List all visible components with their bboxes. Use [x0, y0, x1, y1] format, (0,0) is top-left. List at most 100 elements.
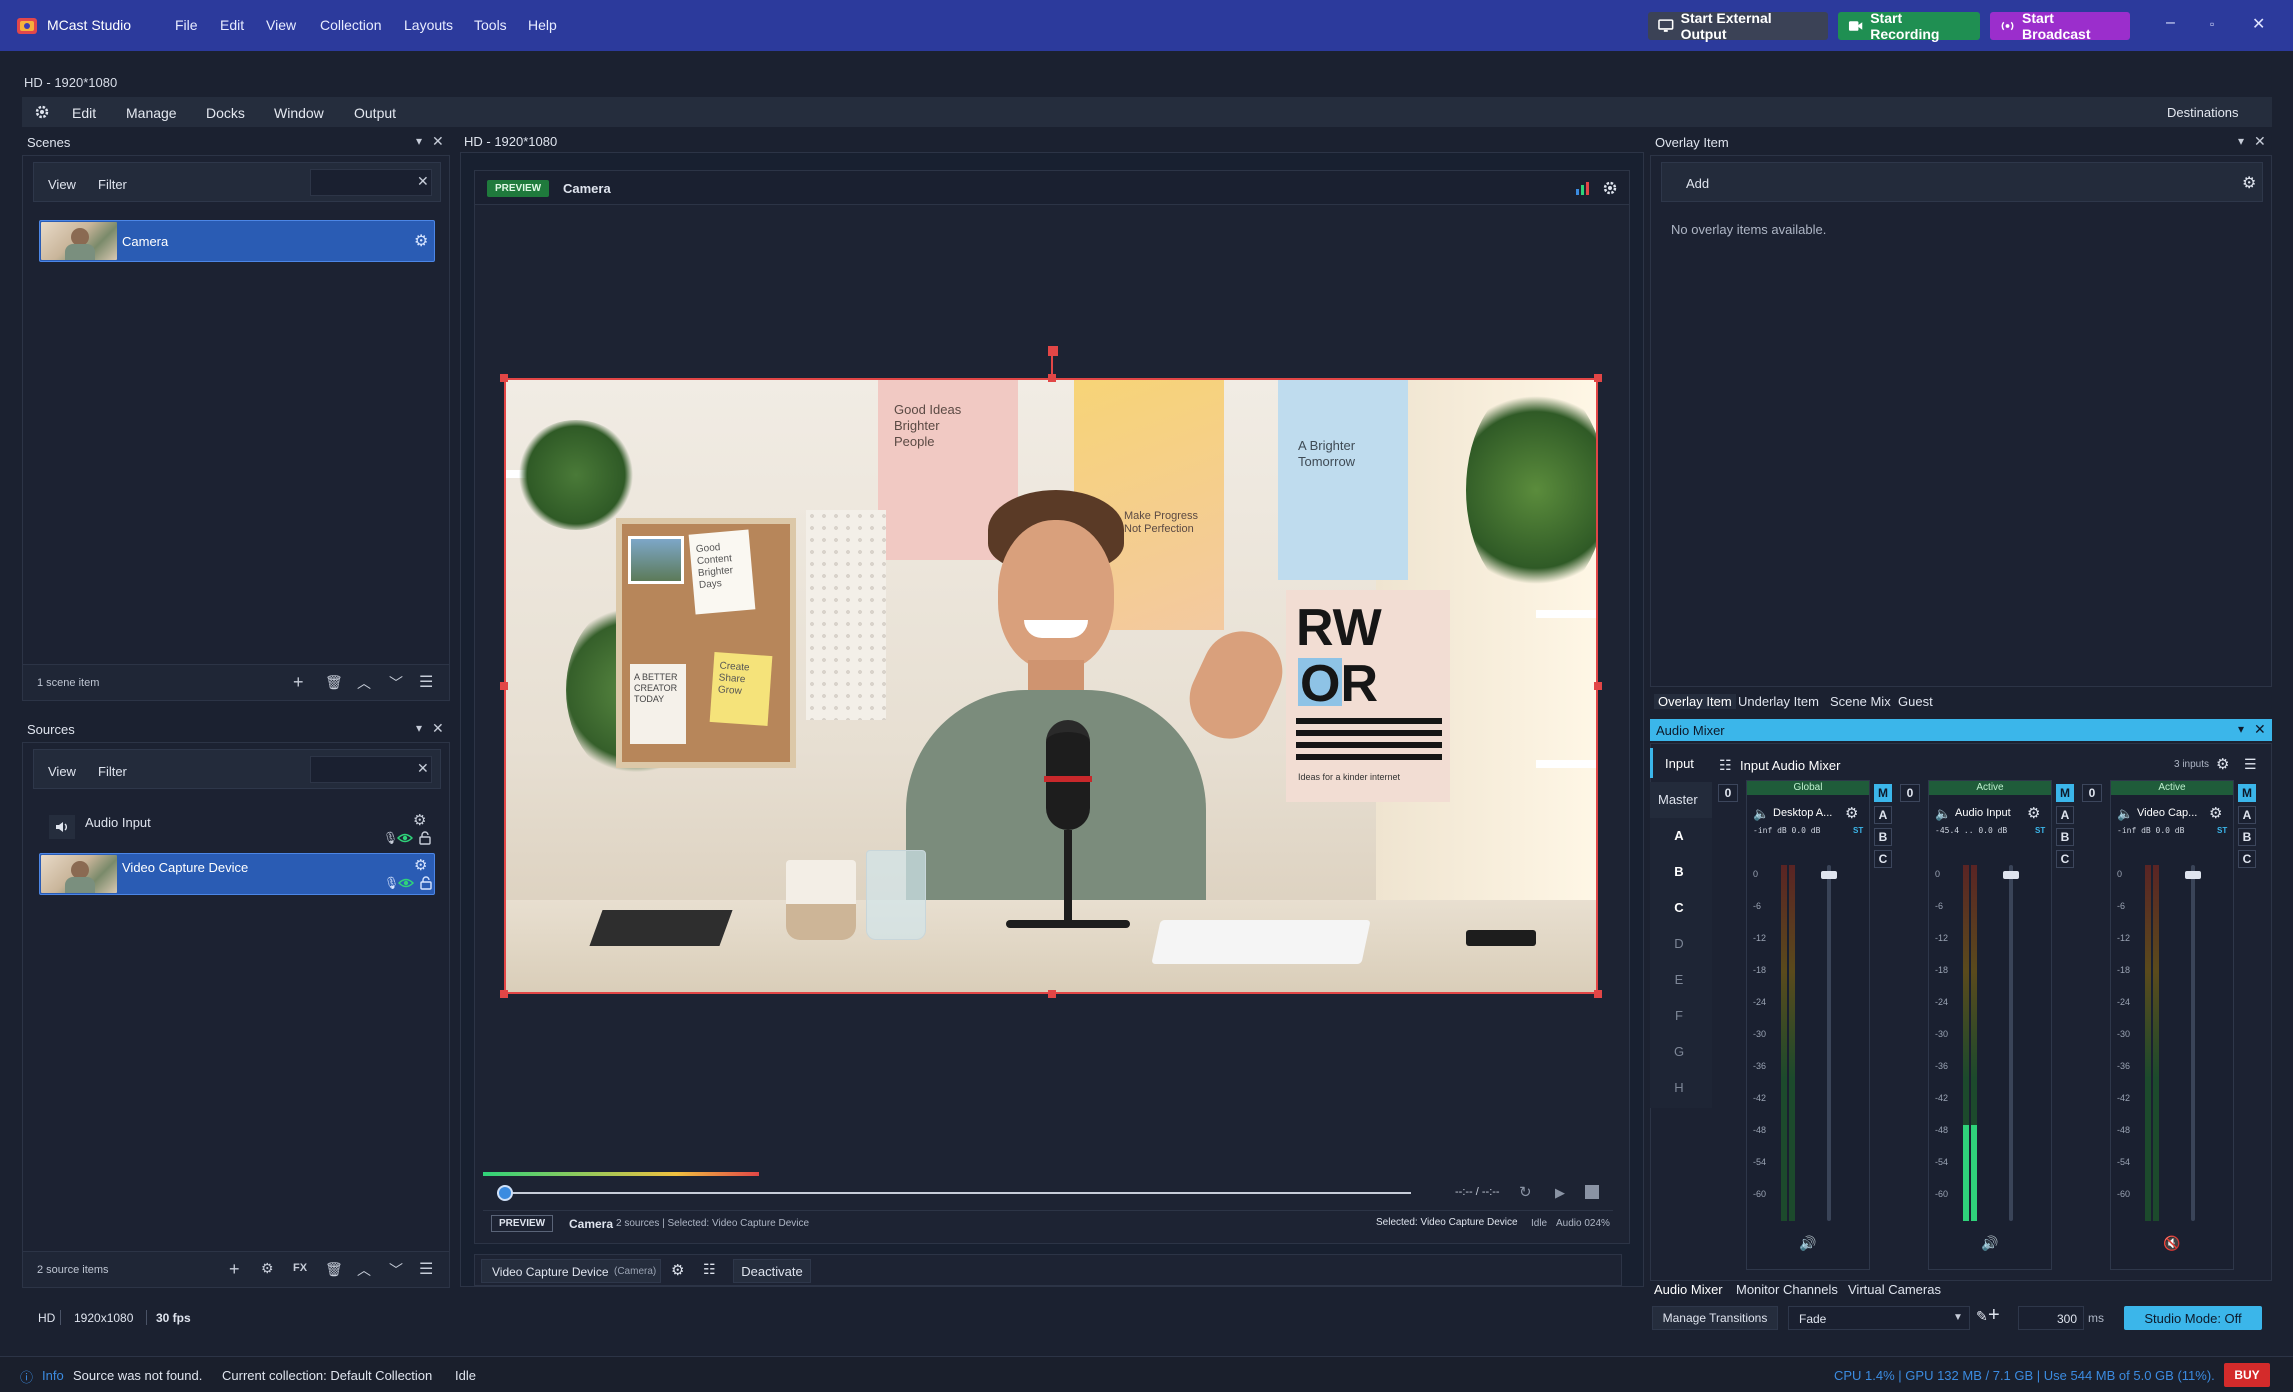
bus-tab-h[interactable]: H	[1650, 1080, 1708, 1095]
menu-edit[interactable]: Edit	[220, 17, 244, 33]
menu-icon[interactable]: ☰	[419, 1259, 433, 1279]
transition-duration-input[interactable]: 300	[2018, 1306, 2084, 1330]
minimize-icon[interactable]: –	[2166, 14, 2175, 32]
buy-button[interactable]: BUY	[2224, 1363, 2270, 1387]
panel-menu-icon[interactable]: ▾	[2238, 722, 2244, 736]
mixer-tab-master[interactable]: Master	[1650, 782, 1712, 818]
refresh-icon[interactable]: ↻	[1519, 1183, 1532, 1201]
menu-help[interactable]: Help	[528, 17, 557, 33]
transition-select[interactable]: Fade ▼	[1788, 1306, 1970, 1330]
volume-fader-handle[interactable]	[2003, 871, 2019, 879]
overlay-add-button[interactable]: Add	[1686, 176, 1709, 191]
scene-item-camera[interactable]: Camera ⚙	[39, 220, 435, 262]
speaker-icon[interactable]: 🔈	[2117, 806, 2133, 822]
bus-c-button[interactable]: C	[2056, 850, 2074, 868]
source-settings-icon[interactable]: ⚙	[671, 1261, 684, 1279]
scene-settings-icon[interactable]: ⚙	[414, 231, 428, 251]
tab-monitor-channels[interactable]: Monitor Channels	[1736, 1282, 1838, 1297]
menu-icon[interactable]: ☰	[419, 672, 433, 692]
stop-icon[interactable]	[1585, 1185, 1599, 1199]
selected-source-chip[interactable]: Video Capture Device (Camera)	[481, 1259, 661, 1283]
channel-settings-icon[interactable]: ⚙	[2027, 804, 2040, 822]
bus-a-button[interactable]: A	[2238, 806, 2256, 824]
source-item-video-capture[interactable]: Video Capture Device ⚙ 🎙	[39, 853, 435, 895]
monitor-button[interactable]: M	[1874, 784, 1892, 802]
speaker-icon[interactable]: 🔈	[1935, 806, 1951, 822]
source-settings-icon[interactable]: ⚙	[414, 856, 427, 874]
toolbar-docks[interactable]: Docks	[206, 105, 245, 121]
close-panel-icon[interactable]: ✕	[2254, 721, 2266, 738]
chevron-up-icon[interactable]: ︿	[357, 673, 371, 693]
bus-a-button[interactable]: A	[2056, 806, 2074, 824]
channel-settings-icon[interactable]: ⚙	[1845, 804, 1858, 822]
bus-a-button[interactable]: A	[1874, 806, 1892, 824]
speaker-icon[interactable]: 🔈	[1753, 806, 1769, 822]
microphone-icon[interactable]: 🎙	[383, 831, 398, 845]
tab-scene-mix[interactable]: Scene Mix	[1830, 694, 1891, 709]
manage-transitions-button[interactable]: Manage Transitions	[1652, 1306, 1778, 1330]
scenes-view-button[interactable]: View	[48, 177, 76, 192]
panel-menu-icon[interactable]: ▾	[2238, 134, 2244, 148]
add-icon[interactable]: +	[1988, 1304, 2000, 1327]
bus-tab-a[interactable]: A	[1650, 828, 1708, 843]
speaker-icon[interactable]: 🔊	[1981, 1235, 1998, 1252]
mixer-tab-input[interactable]: Input	[1650, 748, 1712, 778]
destinations-button[interactable]: Destinations	[2167, 105, 2239, 120]
tab-virtual-cameras[interactable]: Virtual Cameras	[1848, 1282, 1941, 1297]
start-broadcast-button[interactable]: Start Broadcast	[1990, 10, 2130, 42]
speaker-icon[interactable]: 🔊	[1799, 1235, 1816, 1252]
tab-overlay-item[interactable]: Overlay Item	[1654, 694, 1736, 709]
clear-search-icon[interactable]: ✕	[417, 173, 429, 190]
close-panel-icon[interactable]: ✕	[432, 133, 444, 150]
bus-c-button[interactable]: C	[1874, 850, 1892, 868]
start-recording-button[interactable]: Start Recording	[1838, 10, 1980, 42]
toolbar-window[interactable]: Window	[274, 105, 324, 121]
eye-icon[interactable]	[398, 877, 414, 889]
panel-menu-icon[interactable]: ▾	[416, 721, 422, 735]
volume-fader-handle[interactable]	[1821, 871, 1837, 879]
chevron-down-icon[interactable]: ﹀	[389, 1260, 403, 1280]
trash-icon[interactable]: 🗑	[325, 1261, 343, 1278]
close-panel-icon[interactable]: ✕	[432, 720, 444, 737]
toolbar-edit[interactable]: Edit	[72, 105, 96, 121]
tab-underlay-item[interactable]: Underlay Item	[1738, 694, 1819, 709]
add-icon[interactable]: +	[293, 672, 304, 693]
bus-c-button[interactable]: C	[2238, 850, 2256, 868]
chevron-up-icon[interactable]: ︿	[357, 1260, 371, 1280]
monitor-button[interactable]: M	[2056, 784, 2074, 802]
bus-b-button[interactable]: B	[2238, 828, 2256, 846]
volume-fader-track[interactable]	[2009, 865, 2013, 1221]
scenes-filter-button[interactable]: Filter	[98, 177, 127, 192]
bus-tab-g[interactable]: G	[1650, 1044, 1708, 1059]
unlock-icon[interactable]	[420, 876, 432, 890]
panel-menu-icon[interactable]: ▾	[416, 134, 422, 148]
bus-b-button[interactable]: B	[2056, 828, 2074, 846]
microphone-icon[interactable]: 🎙	[384, 876, 399, 890]
menu-icon[interactable]: ☰	[2244, 756, 2257, 773]
workspace-tab[interactable]: HD - 1920*1080	[24, 75, 117, 90]
chevron-down-icon[interactable]: ﹀	[389, 673, 403, 693]
menu-view[interactable]: View	[266, 17, 296, 33]
monitor-button[interactable]: M	[2238, 784, 2256, 802]
clear-search-icon[interactable]: ✕	[417, 760, 429, 777]
volume-fader-track[interactable]	[1827, 865, 1831, 1221]
bus-b-button[interactable]: B	[1874, 828, 1892, 846]
volume-fader-track[interactable]	[2191, 865, 2195, 1221]
sliders-icon[interactable]: ☷	[703, 1261, 716, 1278]
stats-chart-icon[interactable]	[1575, 180, 1591, 196]
bus-tab-f[interactable]: F	[1650, 1008, 1708, 1023]
gear-icon[interactable]: ⚙	[261, 1260, 274, 1277]
scenes-search-input[interactable]: ✕	[310, 169, 432, 196]
start-external-output-button[interactable]: Start External Output	[1648, 10, 1828, 42]
gear-icon[interactable]	[1602, 180, 1618, 196]
sources-view-button[interactable]: View	[48, 764, 76, 779]
sources-search-input[interactable]: ✕	[310, 756, 432, 783]
source-item-audio-input[interactable]: Audio Input ⚙ 🎙	[39, 807, 435, 849]
trash-icon[interactable]: 🗑	[325, 674, 343, 691]
menu-collection[interactable]: Collection	[320, 17, 381, 33]
toolbar-manage[interactable]: Manage	[126, 105, 177, 121]
volume-fader-handle[interactable]	[2185, 871, 2201, 879]
menu-file[interactable]: File	[175, 17, 198, 33]
close-panel-icon[interactable]: ✕	[2254, 133, 2266, 150]
bus-tab-e[interactable]: E	[1650, 972, 1708, 987]
